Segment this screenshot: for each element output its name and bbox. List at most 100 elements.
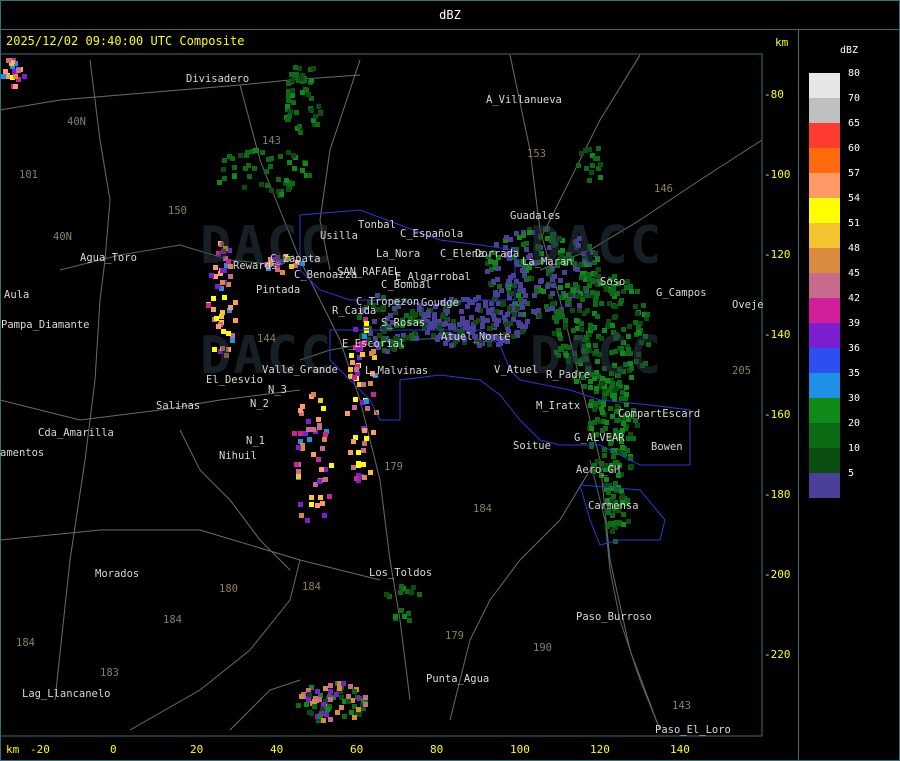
radar-echo-pixel bbox=[620, 493, 625, 498]
colorbar-label: 30 bbox=[848, 393, 861, 404]
radar-echo-pixel bbox=[324, 712, 329, 717]
radar-echo-pixel bbox=[626, 519, 631, 524]
radar-echo-pixel bbox=[493, 290, 498, 295]
radar-echo-pixel bbox=[574, 318, 579, 323]
radar-echo-pixel bbox=[522, 299, 527, 304]
route-number-label: 40N bbox=[67, 116, 86, 128]
radar-echo-pixel bbox=[593, 297, 598, 302]
radar-echo-pixel bbox=[315, 503, 320, 508]
place-label: La_Nora bbox=[376, 248, 421, 260]
radar-echo-pixel bbox=[328, 717, 333, 722]
place-label: Pampa_Diamante bbox=[1, 319, 90, 331]
colorbar-swatch bbox=[809, 473, 840, 498]
radar-echo-pixel bbox=[323, 432, 328, 437]
radar-echo-pixel bbox=[486, 310, 491, 315]
radar-echo-pixel bbox=[328, 683, 333, 688]
radar-echo-pixel bbox=[298, 431, 303, 436]
radar-echo-pixel bbox=[296, 703, 301, 708]
radar-echo-pixel bbox=[443, 321, 448, 326]
radar-echo-pixel bbox=[290, 78, 295, 83]
colorbar-label: 45 bbox=[848, 268, 861, 279]
radar-echo-pixel bbox=[607, 301, 612, 306]
radar-echo-pixel bbox=[364, 321, 369, 326]
place-label: C_Bombal bbox=[381, 279, 432, 291]
radar-echo-pixel bbox=[242, 185, 247, 190]
road-line bbox=[229, 679, 301, 731]
x-tick-label: 40 bbox=[270, 743, 284, 756]
radar-echo-pixel bbox=[587, 147, 592, 152]
radar-echo-pixel bbox=[362, 428, 367, 433]
radar-echo-pixel bbox=[550, 291, 555, 296]
radar-echo-pixel bbox=[284, 178, 289, 183]
radar-echo-pixel bbox=[587, 178, 592, 183]
radar-echo-pixel bbox=[633, 304, 638, 309]
radar-echo-pixel bbox=[297, 124, 302, 129]
colorbar-swatch bbox=[809, 173, 840, 198]
radar-echo-pixel bbox=[318, 495, 323, 500]
x-tick-label: 100 bbox=[510, 743, 530, 756]
place-label: Atuel_Norte bbox=[441, 331, 511, 343]
place-label: amentos bbox=[0, 447, 45, 459]
radar-echo-pixel bbox=[398, 590, 403, 595]
radar-echo-pixel bbox=[532, 293, 537, 298]
colorbar-swatch bbox=[809, 148, 840, 173]
radar-echo-pixel bbox=[219, 314, 224, 319]
colorbar-swatch bbox=[809, 373, 840, 398]
y-tick-label: -220 bbox=[764, 648, 791, 661]
place-label: C_Española bbox=[400, 228, 464, 240]
radar-echo-pixel bbox=[571, 288, 576, 293]
radar-echo-pixel bbox=[356, 461, 361, 466]
place-label: Cda_Amarilla bbox=[38, 427, 114, 439]
radar-echo-pixel bbox=[600, 410, 605, 415]
radar-echo-pixel bbox=[317, 479, 322, 484]
radar-echo-pixel bbox=[214, 316, 219, 321]
radar-echo-pixel bbox=[211, 307, 216, 312]
place-label: Guadales bbox=[510, 210, 561, 222]
radar-echo-pixel bbox=[432, 316, 437, 321]
place-label: Soso bbox=[600, 276, 626, 288]
radar-echo-pixel bbox=[309, 78, 314, 83]
radar-echo-pixel bbox=[577, 308, 582, 313]
radar-echo-pixel bbox=[3, 69, 8, 74]
radar-echo-pixel bbox=[588, 421, 593, 426]
radar-echo-pixel bbox=[524, 241, 529, 246]
place-label: El_Desvio bbox=[206, 374, 263, 386]
place-label: S_Rosas bbox=[381, 317, 426, 329]
route-number-label: 180 bbox=[219, 583, 238, 595]
place-label: Punta_Agua bbox=[426, 673, 490, 685]
radar-echo-pixel bbox=[459, 309, 464, 314]
colorbar-label: 54 bbox=[848, 193, 861, 204]
radar-echo-pixel bbox=[631, 436, 636, 441]
radar-echo-pixel bbox=[625, 279, 630, 284]
radar-echo-pixel bbox=[339, 705, 344, 710]
radar-echo-pixel bbox=[292, 431, 297, 436]
colorbar-unit: dBZ bbox=[840, 45, 859, 56]
radar-echo-pixel bbox=[268, 164, 273, 169]
radar-echo-pixel bbox=[346, 699, 351, 704]
radar-echo-pixel bbox=[220, 280, 225, 285]
radar-echo-pixel bbox=[316, 417, 321, 422]
radar-echo-pixel bbox=[303, 161, 308, 166]
radar-echo-pixel bbox=[341, 681, 346, 686]
radar-echo-pixel bbox=[329, 463, 334, 468]
radar-echo-pixel bbox=[16, 68, 21, 73]
radar-echo-pixel bbox=[238, 153, 243, 158]
radar-echo-pixel bbox=[259, 182, 264, 187]
radar-echo-pixel bbox=[577, 303, 582, 308]
radar-echo-pixel bbox=[364, 436, 369, 441]
radar-echo-pixel bbox=[227, 154, 232, 159]
radar-echo-pixel bbox=[584, 166, 589, 171]
radar-echo-pixel bbox=[576, 294, 581, 299]
roads-layer bbox=[0, 54, 763, 731]
radar-map-canvas[interactable] bbox=[0, 0, 797, 761]
radar-echo-pixel bbox=[323, 477, 328, 482]
radar-echo-pixel bbox=[520, 268, 525, 273]
radar-echo-pixel bbox=[335, 710, 340, 715]
radar-echo-pixel bbox=[352, 715, 357, 720]
radar-echo-pixel bbox=[328, 697, 333, 702]
radar-echo-pixel bbox=[558, 309, 563, 314]
place-label: SAN_RAFAEL bbox=[337, 266, 401, 278]
radar-echo-pixel bbox=[315, 689, 320, 694]
colorbar-swatch bbox=[809, 423, 840, 448]
radar-echo-pixel bbox=[595, 314, 600, 319]
